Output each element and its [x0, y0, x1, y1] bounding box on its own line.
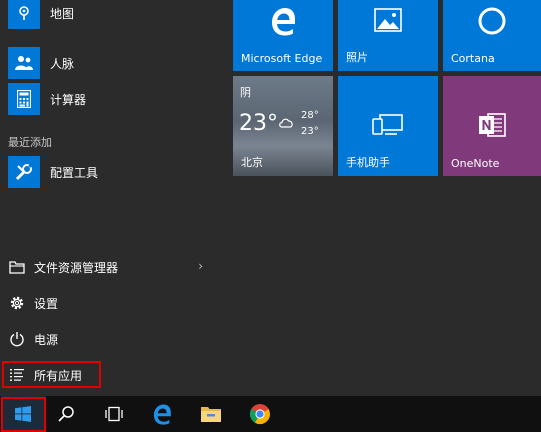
app-item-config-tool[interactable]: 配置工具	[0, 154, 225, 190]
all-apps-highlight-box	[2, 361, 101, 388]
search-button[interactable]	[44, 396, 88, 432]
taskbar-edge-button[interactable]	[140, 396, 184, 432]
phone-companion-icon	[371, 112, 405, 136]
file-explorer-icon	[201, 407, 221, 422]
cloud-icon	[279, 118, 293, 128]
tile-label: OneNote	[451, 157, 500, 170]
taskbar	[0, 396, 541, 432]
power-icon	[8, 330, 26, 348]
edge-icon	[268, 6, 298, 36]
app-label: 计算器	[50, 92, 87, 107]
onenote-icon	[477, 110, 507, 140]
start-button-highlight-box	[1, 397, 46, 432]
calculator-icon	[8, 83, 40, 115]
settings-item[interactable]: 设置	[0, 286, 225, 320]
tile-cortana[interactable]: Cortana	[443, 0, 541, 71]
people-icon	[8, 47, 40, 79]
power-item[interactable]: 电源	[0, 322, 225, 356]
tile-label: Microsoft Edge	[241, 52, 323, 65]
search-icon	[58, 406, 74, 422]
app-item-calculator[interactable]: 计算器	[0, 81, 225, 117]
tile-label: 北京	[241, 156, 263, 169]
start-menu-left-pane: 地图 人脉 计算器 最近添加 配置工具 文件资源管理器 › 设置 电源 所有应用	[0, 0, 225, 396]
app-label: 人脉	[50, 56, 75, 71]
tile-onenote[interactable]: OneNote	[443, 76, 541, 176]
tile-phone-companion[interactable]: 手机助手	[338, 76, 438, 176]
chrome-icon	[249, 404, 271, 425]
taskbar-chrome-button[interactable]	[238, 396, 282, 432]
app-label: 配置工具	[50, 165, 99, 180]
task-view-icon	[105, 406, 123, 422]
gear-icon	[8, 294, 26, 312]
tile-photos[interactable]: 照片	[338, 0, 438, 71]
cortana-icon	[477, 6, 507, 36]
weather-low: 23°	[301, 126, 319, 137]
edge-icon	[153, 404, 171, 425]
chevron-right-icon[interactable]: ›	[198, 259, 203, 273]
map-icon	[8, 0, 40, 29]
power-label: 电源	[34, 332, 59, 347]
weather-condition: 阴	[240, 86, 251, 99]
weather-temperature: 23°	[239, 111, 278, 136]
tile-microsoft-edge[interactable]: Microsoft Edge	[233, 0, 333, 71]
recently-added-heading: 最近添加	[8, 136, 52, 149]
folder-icon	[8, 258, 26, 276]
weather-high: 28°	[301, 110, 319, 121]
task-view-button[interactable]	[92, 396, 136, 432]
photo-icon	[374, 8, 402, 32]
file-explorer-label: 文件资源管理器	[34, 260, 119, 275]
tile-label: Cortana	[451, 52, 495, 65]
tile-weather[interactable]: 阴 23° 28° 23° 北京	[233, 76, 333, 176]
app-label: 地图	[50, 6, 75, 21]
settings-label: 设置	[34, 296, 59, 311]
tools-icon	[8, 156, 40, 188]
taskbar-file-explorer-button[interactable]	[189, 396, 233, 432]
tile-label: 手机助手	[346, 156, 390, 169]
app-item-maps[interactable]: 地图	[0, 0, 225, 31]
file-explorer-item[interactable]: 文件资源管理器 ›	[0, 250, 225, 284]
app-item-people[interactable]: 人脉	[0, 45, 225, 81]
tile-label: 照片	[346, 51, 368, 64]
